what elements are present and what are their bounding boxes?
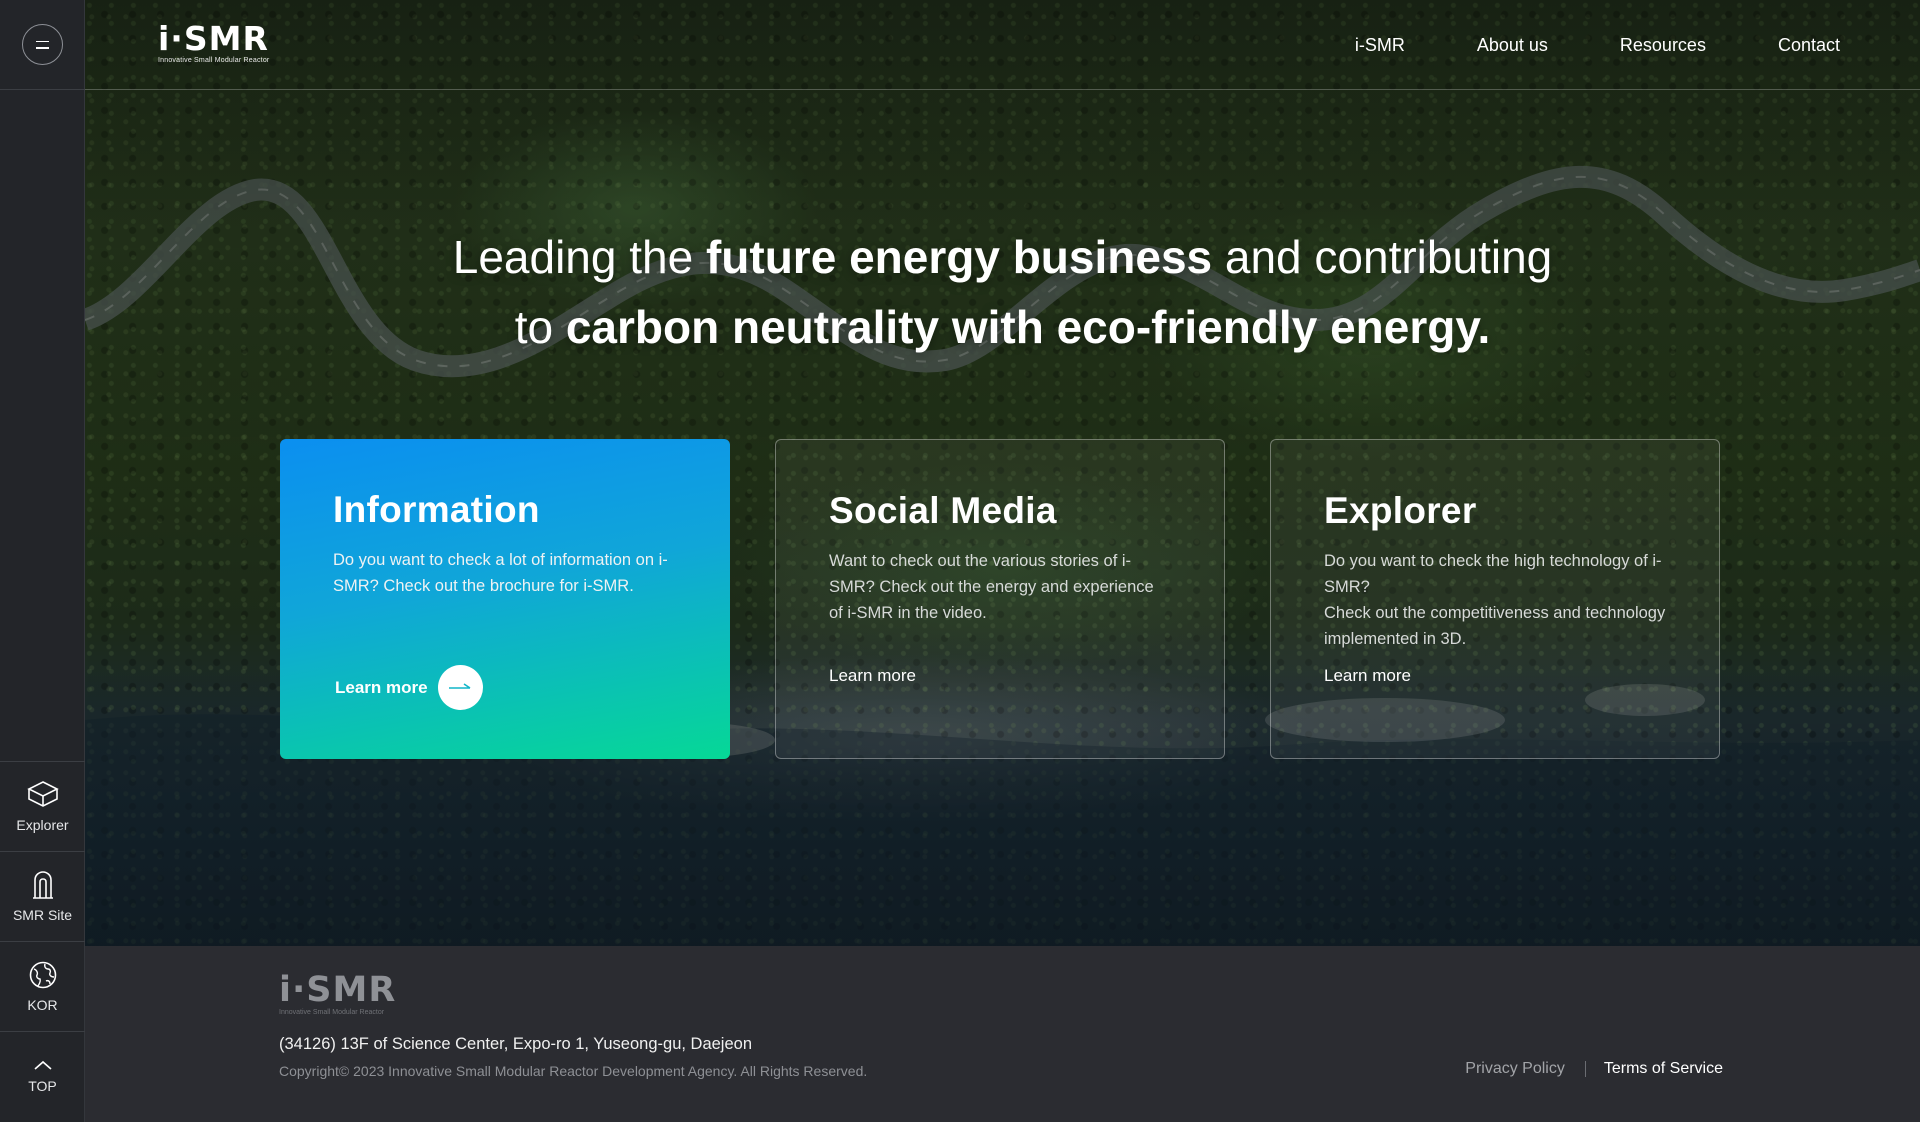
- logo-tagline: Innovative Small Modular Reactor: [158, 57, 270, 64]
- rail-item-language[interactable]: KOR: [0, 941, 85, 1031]
- logo-wordmark: i·SMR: [158, 19, 269, 58]
- nav-item-ismr[interactable]: i-SMR: [1355, 35, 1405, 56]
- headline-text: to: [514, 301, 566, 353]
- card-title: Explorer: [1324, 490, 1477, 531]
- footer-address: (34126) 13F of Science Center, Expo-ro 1…: [279, 1035, 752, 1053]
- rail-quick-links: Explorer SMR Site KOR TOP: [0, 761, 85, 1121]
- terms-of-service-link[interactable]: Terms of Service: [1604, 1060, 1723, 1078]
- rail-item-top[interactable]: TOP: [0, 1031, 85, 1121]
- card-explorer[interactable]: Explorer Do you want to check the high t…: [1270, 439, 1720, 759]
- card-description-line: Do you want to check the high technology…: [1324, 552, 1662, 596]
- footer-copyright: Copyright© 2023 Innovative Small Modular…: [279, 1063, 868, 1079]
- arrow-right-icon[interactable]: [437, 665, 483, 710]
- learn-more-label: Learn more: [829, 666, 916, 685]
- headline-line-1: Leading the future energy business and c…: [85, 222, 1920, 292]
- site-footer: i·SMR Innovative Small Modular Reactor (…: [85, 946, 1920, 1122]
- rail-item-smr-site[interactable]: SMR Site: [0, 851, 85, 941]
- logo-tagline: Innovative Small Modular Reactor: [279, 1009, 385, 1016]
- card-social-media[interactable]: Social Media Want to check out the vario…: [775, 439, 1225, 759]
- logo-wordmark: i·SMR: [279, 970, 397, 1010]
- rail-item-label: Explorer: [16, 817, 69, 833]
- card-information[interactable]: Information Do you want to check a lot o…: [280, 439, 730, 759]
- headline-emphasis: future energy business: [705, 231, 1213, 283]
- headline-text: Leading the: [452, 231, 706, 283]
- footer-links: Privacy Policy Terms of Service: [1465, 1060, 1723, 1078]
- hero-headline: Leading the future energy business and c…: [85, 222, 1920, 362]
- card-title: Social Media: [829, 490, 1057, 531]
- brand-logo[interactable]: i·SMR Innovative Small Modular Reactor: [158, 19, 270, 65]
- nav-item-about[interactable]: About us: [1477, 35, 1548, 56]
- footer-divider: [1584, 1061, 1586, 1077]
- nav-item-contact[interactable]: Contact: [1778, 35, 1840, 56]
- reactor-icon: [32, 871, 53, 899]
- card-description-line: Check out the competitiveness and techno…: [1324, 604, 1666, 648]
- nav-item-resources[interactable]: Resources: [1620, 35, 1706, 56]
- learn-more-link[interactable]: Learn more: [829, 666, 916, 686]
- footer-logo: i·SMR Innovative Small Modular Reactor: [279, 972, 396, 1016]
- main-nav: i-SMR About us Resources Contact: [1283, 0, 1840, 90]
- rail-item-label: SMR Site: [12, 907, 73, 923]
- rail-item-label: KOR: [27, 997, 58, 1013]
- feature-cards: Information Do you want to check a lot o…: [280, 439, 1720, 759]
- side-rail: Explorer SMR Site KOR TOP: [0, 0, 85, 1122]
- globe-icon: [29, 961, 56, 989]
- card-description: Do you want to check a lot of informatio…: [333, 551, 668, 595]
- learn-more-link[interactable]: Learn more: [335, 665, 483, 710]
- rail-item-explorer[interactable]: Explorer: [0, 761, 85, 851]
- card-title: Information: [333, 489, 540, 530]
- top-header: i·SMR Innovative Small Modular Reactor i…: [85, 0, 1920, 90]
- rail-item-label: TOP: [28, 1078, 57, 1094]
- chevron-up-icon: [33, 1060, 52, 1070]
- learn-more-label: Learn more: [335, 677, 428, 697]
- headline-line-2: to carbon neutrality with eco-friendly e…: [85, 292, 1920, 362]
- card-description: Want to check out the various stories of…: [829, 552, 1154, 622]
- card-description: Do you want to check the high technology…: [1324, 548, 1666, 652]
- privacy-policy-link[interactable]: Privacy Policy: [1465, 1060, 1565, 1078]
- cube-icon: [26, 781, 59, 807]
- learn-more-link[interactable]: Learn more: [1324, 666, 1411, 686]
- learn-more-label: Learn more: [1324, 666, 1411, 685]
- headline-text: and contributing: [1212, 231, 1553, 283]
- hamburger-icon[interactable]: [22, 24, 63, 65]
- headline-emphasis: carbon neutrality with eco-friendly ener…: [565, 301, 1491, 353]
- rail-menu-area: [0, 0, 85, 90]
